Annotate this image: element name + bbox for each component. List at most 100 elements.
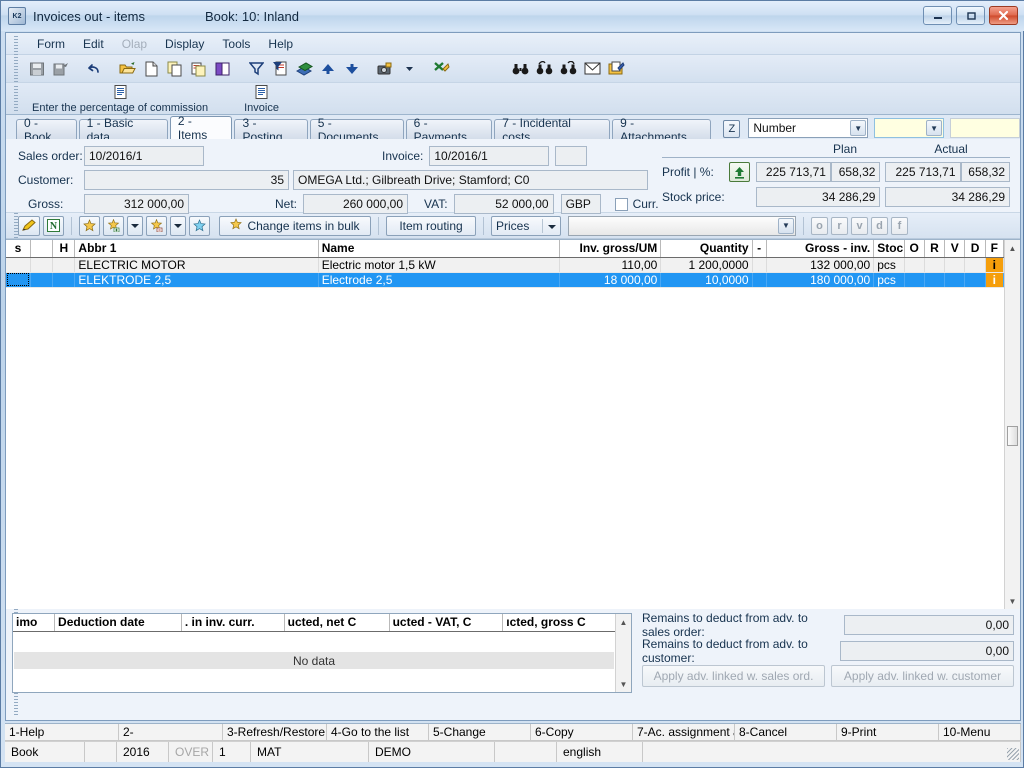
fkey-6-copy[interactable]: 6-Copy (531, 724, 633, 740)
invoice-field[interactable]: 10/2016/1 (429, 146, 550, 166)
fkey-10-menu[interactable]: 10-Menu (939, 724, 1021, 740)
secondary-toolbar-grip[interactable] (14, 86, 18, 111)
col-deducted-gross[interactable]: ıcted, gross C (502, 614, 617, 632)
book-icon[interactable] (212, 58, 234, 80)
deduction-grid[interactable]: imo Deduction date . in inv. curr. ucted… (12, 613, 632, 693)
star-add-dropdown[interactable] (127, 215, 143, 236)
col-quantity[interactable]: Quantity (660, 240, 753, 258)
mail-icon[interactable] (581, 58, 603, 80)
fkey-8-cancel[interactable]: 8-Cancel (735, 724, 837, 740)
binoculars-next-icon[interactable] (557, 58, 579, 80)
col-dash[interactable]: - (752, 240, 767, 258)
star-button[interactable] (79, 215, 100, 236)
chevron-down-icon[interactable] (542, 218, 556, 233)
net-field[interactable]: 260 000,00 (303, 194, 409, 214)
col-inv-gross-um[interactable]: Inv. gross/UM (559, 240, 662, 258)
tab-attachments[interactable]: 9 - Attachments (612, 116, 712, 144)
fkey-5-change[interactable]: 5-Change (429, 724, 531, 740)
customer-name-field[interactable]: OMEGA Ltd.; Gilbreath Drive; Stamford; C… (293, 170, 648, 190)
tab-incidental-costs[interactable]: 7 - Incidental costs (494, 116, 611, 144)
deduction-grid-scrollbar[interactable]: ▲ ▼ (615, 614, 631, 692)
sort-combo[interactable]: Number ▼ (748, 118, 869, 138)
gross-field[interactable]: 312 000,00 (84, 194, 189, 214)
col-deduction-date[interactable]: Deduction date (54, 614, 182, 632)
save-as-icon[interactable] (50, 58, 72, 80)
minimize-button[interactable] (923, 6, 952, 25)
new-document-icon[interactable] (140, 58, 162, 80)
col-s[interactable]: s (6, 240, 31, 258)
tab-documents[interactable]: 5 - Documents (309, 116, 404, 144)
items-grid[interactable]: s H Abbr 1 Name Inv. gross/UM Quantity -… (6, 239, 1020, 609)
remains-sales-order-field[interactable]: 0,00 (843, 614, 1014, 635)
undo-icon[interactable] (83, 58, 105, 80)
new-item-button[interactable]: N (43, 215, 64, 236)
col-ordinal[interactable]: imo (13, 614, 56, 632)
tab-payments[interactable]: 6 - Payments (405, 116, 493, 144)
binoculars-prev-icon[interactable] (533, 58, 555, 80)
export-excel-icon[interactable] (431, 58, 453, 80)
flag-f-button[interactable]: f (891, 216, 908, 235)
fkey-9-print[interactable]: 9-Print (837, 724, 939, 740)
camera-icon[interactable] (374, 58, 396, 80)
arrow-down-icon[interactable] (341, 58, 363, 80)
fkey-2[interactable]: 2- (119, 724, 223, 740)
sales-order-field[interactable]: 10/2016/1 (84, 146, 204, 166)
plan-profit-field[interactable]: 225 713,71 (755, 162, 831, 182)
scroll-down-icon[interactable]: ▼ (1005, 593, 1020, 609)
close-button[interactable] (989, 6, 1018, 25)
scroll-up-icon[interactable]: ▲ (1005, 240, 1020, 256)
edit-item-button[interactable] (18, 215, 40, 236)
star-add-button[interactable] (103, 215, 124, 236)
col-stock[interactable]: Stoc (873, 240, 905, 258)
col-blank[interactable] (30, 240, 54, 258)
actual-profit-field[interactable]: 225 713,71 (885, 162, 961, 182)
tab-book[interactable]: 0 - Book (16, 116, 77, 144)
chevron-down-icon[interactable]: ▼ (850, 120, 867, 136)
flag-v-button[interactable]: v (851, 216, 868, 235)
menu-tools[interactable]: Tools (213, 35, 259, 53)
fkey-3-refresh[interactable]: 3-Refresh/Restore (223, 724, 327, 740)
paste-icon[interactable] (188, 58, 210, 80)
actual-percent-field[interactable]: 658,32 (960, 162, 1010, 182)
vat-field[interactable]: 52 000,00 (453, 194, 554, 214)
plan-stock-price-field[interactable]: 34 286,29 (755, 187, 881, 207)
flag-r-button[interactable]: r (831, 216, 848, 235)
layers-icon[interactable] (293, 58, 315, 80)
fkey-7-ac-assignment[interactable]: 7-Ac. assignment an (633, 724, 735, 740)
menu-form[interactable]: Form (28, 35, 74, 53)
z-button[interactable]: Z (723, 120, 741, 138)
col-f[interactable]: F (985, 240, 1004, 258)
extra-field[interactable] (950, 118, 1020, 138)
fkey-1-help[interactable]: 1-Help (5, 724, 119, 740)
change-items-bulk-button[interactable]: Change items in bulk (219, 215, 371, 236)
customer-code-field[interactable]: 35 (84, 170, 289, 190)
chevron-down-icon[interactable]: ▼ (926, 120, 943, 136)
col-gross-inv[interactable]: Gross - inv. (766, 240, 875, 258)
invoice-button[interactable]: Invoice (244, 85, 279, 114)
col-deducted-vat[interactable]: ucted - VAT, C (389, 614, 504, 632)
maximize-button[interactable] (956, 6, 985, 25)
copy-icon[interactable] (164, 58, 186, 80)
items-grid-scrollbar[interactable]: ▲ ▼ (1004, 240, 1020, 609)
currency-field[interactable]: GBP (560, 194, 601, 214)
menu-edit[interactable]: Edit (74, 35, 113, 53)
fkey-4-go-to-list[interactable]: 4-Go to the list (327, 724, 429, 740)
col-name[interactable]: Name (318, 240, 560, 258)
flag-d-button[interactable]: d (871, 216, 888, 235)
tab-items[interactable]: 2 - Items (169, 114, 233, 142)
prices-button[interactable]: Prices (491, 215, 561, 236)
view-combo[interactable]: ▼ (568, 215, 796, 236)
remains-customer-field[interactable]: 0,00 (839, 640, 1014, 661)
scroll-down-icon[interactable]: ▼ (616, 676, 631, 692)
tab-posting[interactable]: 3 - Posting (234, 116, 308, 144)
table-row[interactable]: ELEKTRODE 2,5 Electrode 2,5 18 000,00 10… (6, 272, 1004, 288)
plan-percent-field[interactable]: 658,32 (830, 162, 881, 182)
search-combo[interactable]: ▼ (874, 118, 945, 138)
notes-icon[interactable] (605, 58, 627, 80)
col-abbr1[interactable]: Abbr 1 (74, 240, 319, 258)
menu-display[interactable]: Display (156, 35, 213, 53)
tab-basic-data[interactable]: 1 - Basic data (78, 116, 168, 144)
col-h[interactable]: H (52, 240, 76, 258)
col-in-inv-curr[interactable]: . in inv. curr. (181, 614, 285, 632)
item-routing-button[interactable]: Item routing (386, 215, 476, 236)
